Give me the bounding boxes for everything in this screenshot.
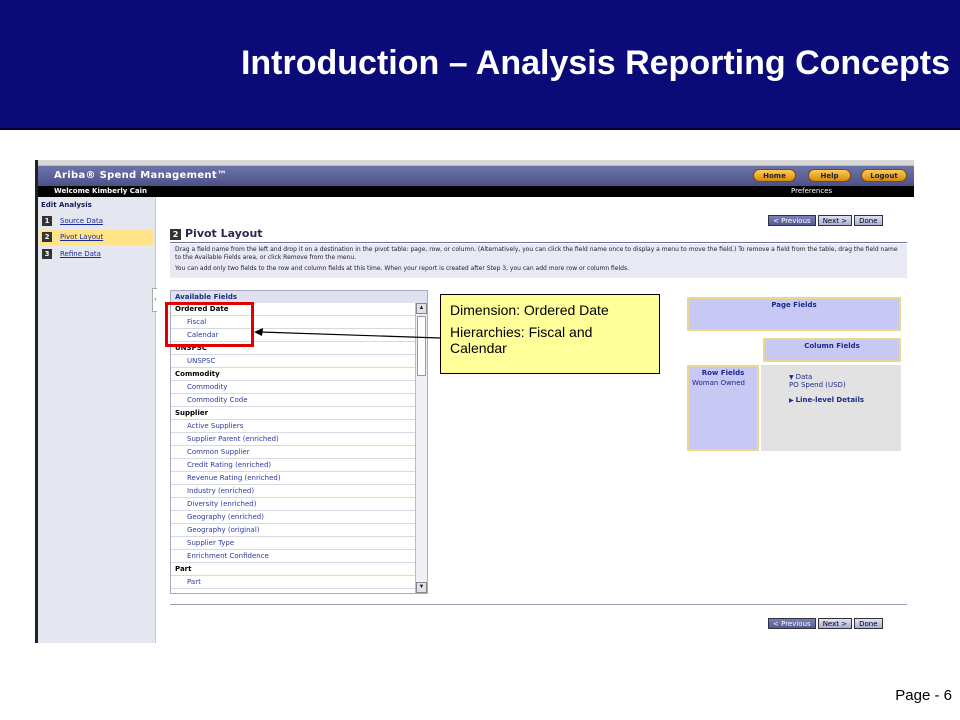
nav-item-label[interactable]: Refine Data (60, 250, 101, 258)
help-button[interactable]: Help (808, 169, 851, 182)
nav-item-refine-data[interactable]: 3 Refine Data (40, 247, 154, 262)
page-fields-drop-zone[interactable]: Page Fields (687, 297, 901, 331)
page-number: Page - 6 (895, 687, 952, 704)
page-fields-title: Page Fields (771, 301, 817, 309)
field-hierarchy[interactable]: Enrichment Confidence (171, 550, 415, 563)
column-fields-title: Column Fields (804, 342, 860, 350)
done-button[interactable]: Done (854, 215, 883, 226)
row-field-item[interactable]: Woman Owned (689, 379, 757, 387)
previous-button[interactable]: < Previous (768, 618, 816, 629)
slide-title: Introduction – Analysis Reporting Concep… (240, 44, 950, 82)
scroll-down-icon[interactable]: ▼ (416, 582, 427, 593)
step-number: 2 (42, 232, 52, 242)
slide-header: Introduction – Analysis Reporting Concep… (0, 0, 960, 130)
done-button[interactable]: Done (854, 618, 883, 629)
field-dimension[interactable]: Commodity (171, 368, 415, 381)
callout-hierarchies: Hierarchies: Fiscal and Calendar (450, 324, 593, 356)
field-dimension[interactable]: Part (171, 563, 415, 576)
data-area: ▼ Data PO Spend (USD) ▶ Line-level Details (761, 365, 901, 451)
callout-arrow-icon (254, 328, 441, 339)
row-fields-title: Row Fields (701, 369, 745, 377)
instruction-text: Drag a field name from the left and drop… (175, 246, 898, 261)
field-hierarchy[interactable]: Geography (enriched) (171, 511, 415, 524)
logout-button[interactable]: Logout (861, 169, 907, 182)
data-field-po-spend[interactable]: PO Spend (USD) (789, 381, 846, 389)
next-button[interactable]: Next > (817, 618, 853, 629)
app-header-bar: Ariba® Spend Management™ Home Help Logou… (38, 166, 914, 186)
step-title: Pivot Layout (185, 227, 263, 240)
field-hierarchy[interactable]: Common Supplier (171, 446, 415, 459)
step-number: 3 (42, 249, 52, 259)
edit-analysis-nav: Edit Analysis 1 Source Data 2 Pivot Layo… (38, 197, 156, 643)
field-hierarchy[interactable]: Supplier Type (171, 537, 415, 550)
instructions: Drag a field name from the left and drop… (170, 244, 907, 278)
nav-item-label[interactable]: Source Data (60, 217, 103, 225)
field-hierarchy[interactable]: Active Suppliers (171, 420, 415, 433)
field-hierarchy[interactable]: Commodity Code (171, 394, 415, 407)
triangle-right-icon: ▶ (789, 397, 794, 404)
field-hierarchy[interactable]: Supplier Parent (enriched) (171, 433, 415, 446)
field-hierarchy[interactable]: Diversity (enriched) (171, 498, 415, 511)
scroll-up-icon[interactable]: ▲ (416, 303, 427, 314)
column-fields-drop-zone[interactable]: Column Fields (763, 338, 901, 362)
field-hierarchy[interactable]: Revenue Rating (enriched) (171, 472, 415, 485)
nav-item-source-data[interactable]: 1 Source Data (40, 214, 154, 229)
welcome-bar: Welcome Kimberly Cain Preferences (38, 186, 914, 197)
callout-dimension: Dimension: Ordered Date (450, 302, 609, 318)
wizard-buttons-bottom: < Previous Next > Done (768, 613, 885, 631)
previous-button[interactable]: < Previous (768, 215, 816, 226)
field-dimension[interactable]: Supplier (171, 407, 415, 420)
pivot-layout-panel: < Previous Next > Done 2 Pivot Layout Drag… (157, 197, 914, 643)
field-hierarchy[interactable]: Credit Rating (enriched) (171, 459, 415, 472)
line-level-toggle[interactable]: ▶ Line-level Details (789, 396, 864, 404)
step-number: 1 (42, 216, 52, 226)
nav-item-pivot-layout[interactable]: 2 Pivot Layout (40, 230, 154, 245)
field-hierarchy[interactable]: Commodity (171, 381, 415, 394)
nav-heading: Edit Analysis (41, 201, 92, 209)
home-button[interactable]: Home (753, 169, 796, 182)
field-hierarchy[interactable]: Industry (enriched) (171, 485, 415, 498)
triangle-down-icon: ▼ (789, 374, 794, 381)
divider (170, 604, 907, 605)
step-number-badge: 2 (170, 229, 181, 240)
welcome-text: Welcome Kimberly Cain (54, 187, 148, 195)
app-title: Ariba® Spend Management™ (54, 170, 228, 181)
next-button[interactable]: Next > (817, 215, 853, 226)
annotation-callout: Dimension: Ordered Date Hierarchies: Fis… (440, 294, 660, 374)
field-hierarchy[interactable]: Geography (original) (171, 524, 415, 537)
instruction-text: You can add only two fields to the row a… (175, 265, 630, 272)
field-hierarchy[interactable]: UNSPSC (171, 355, 415, 368)
nav-item-label[interactable]: Pivot Layout (60, 233, 103, 241)
step-header: 2 Pivot Layout (170, 227, 907, 243)
wizard-buttons-top: < Previous Next > Done (768, 210, 885, 228)
app-screenshot: Ariba® Spend Management™ Home Help Logou… (35, 160, 914, 643)
highlight-box (165, 302, 254, 347)
field-hierarchy[interactable]: Part (171, 576, 415, 589)
preferences-link[interactable]: Preferences (791, 187, 832, 195)
row-fields-drop-zone[interactable]: Row Fields Woman Owned (687, 365, 759, 451)
data-toggle[interactable]: ▼ Data (789, 373, 812, 381)
